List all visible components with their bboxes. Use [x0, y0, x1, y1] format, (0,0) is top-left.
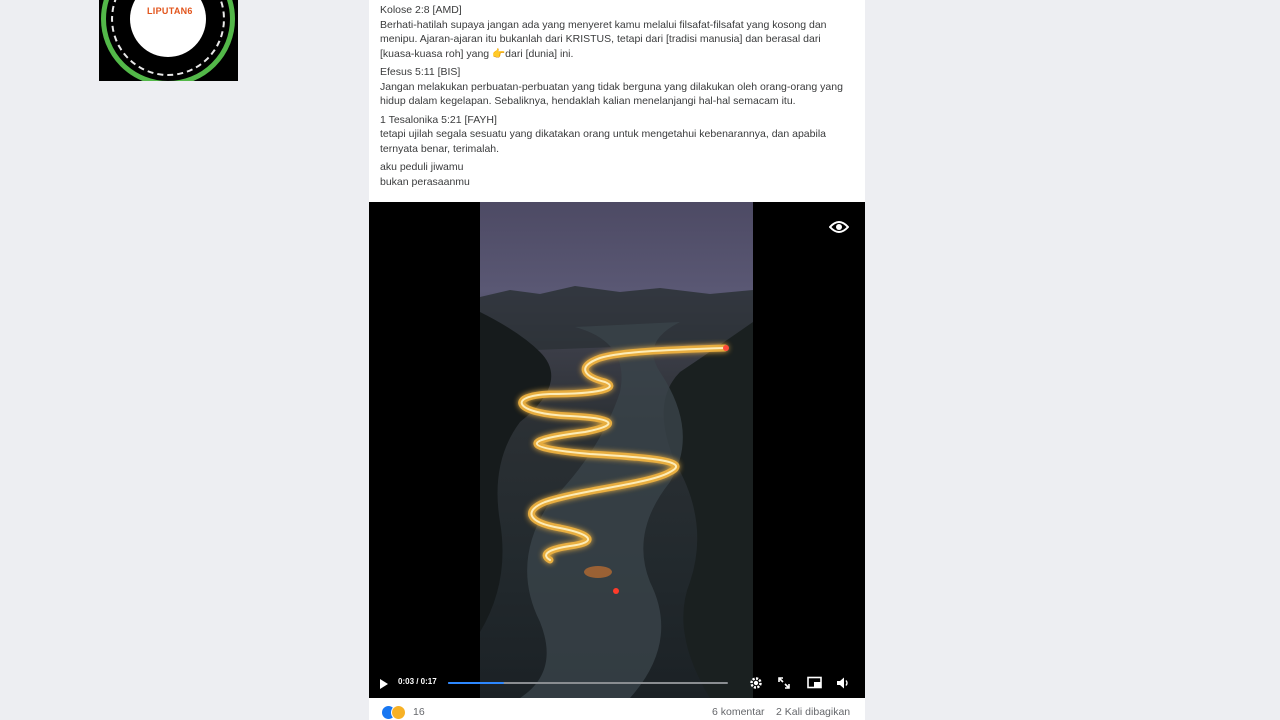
haha-icon — [391, 705, 406, 720]
post-footer: 16 6 komentar 2 Kali dibagikan — [369, 704, 865, 720]
facebook-post: Kolose 2:8 [AMD] Berhati-hatilah supaya … — [369, 0, 865, 720]
closing-line: bukan perasaanmu — [380, 175, 470, 188]
comments-link[interactable]: 6 komentar — [712, 706, 765, 718]
progress-bar[interactable] — [448, 682, 728, 684]
verse-paragraph-2: Efesus 5:11 [BIS] Jangan melakukan perbu… — [380, 65, 856, 109]
video-controls: 0:03 / 0:17 — [369, 668, 865, 698]
progress-fill — [448, 682, 504, 684]
verse-ref: Kolose 2:8 [AMD] — [380, 4, 462, 16]
verse-ref: 1 Tesalonika 5:21 [FAYH] — [380, 113, 497, 126]
verse-body: Berhati-hatilah supaya jangan ada yang m… — [380, 18, 827, 60]
logo-watermark: LIPUTAN6 — [99, 0, 238, 81]
verse-paragraph-1: Kolose 2:8 [AMD] Berhati-hatilah supaya … — [380, 3, 856, 61]
video-scene — [480, 286, 753, 698]
play-icon[interactable] — [379, 677, 389, 695]
logo-brand-text: LIPUTAN6 — [147, 6, 193, 16]
verse-body: tetapi ujilah segala sesuatu yang dikata… — [380, 128, 826, 155]
closing-lines: aku peduli jiwamu bukan perasaanmu — [380, 160, 856, 189]
reactions-count[interactable]: 16 — [413, 706, 425, 718]
verse-body: Jangan melakukan perbuatan-perbuatan yan… — [380, 80, 843, 108]
closing-line: aku peduli jiwamu — [380, 161, 464, 173]
verse-paragraph-3: 1 Tesalonika 5:21 [FAYH] tetapi ujilah s… — [380, 113, 856, 157]
verse-ref: Efesus 5:11 [BIS] — [380, 66, 461, 78]
volume-icon[interactable] — [836, 676, 850, 690]
reaction-icons[interactable] — [381, 705, 411, 720]
fullscreen-icon[interactable] — [777, 676, 791, 690]
settings-icon[interactable] — [749, 676, 763, 690]
video-frame[interactable] — [480, 202, 753, 698]
video-player[interactable]: 0:03 / 0:17 — [369, 202, 865, 698]
eye-icon[interactable] — [828, 220, 850, 234]
pip-icon[interactable] — [807, 676, 822, 690]
shares-link[interactable]: 2 Kali dibagikan — [776, 706, 850, 718]
post-text: Kolose 2:8 [AMD] Berhati-hatilah supaya … — [380, 3, 856, 193]
time-label: 0:03 / 0:17 — [398, 677, 437, 686]
